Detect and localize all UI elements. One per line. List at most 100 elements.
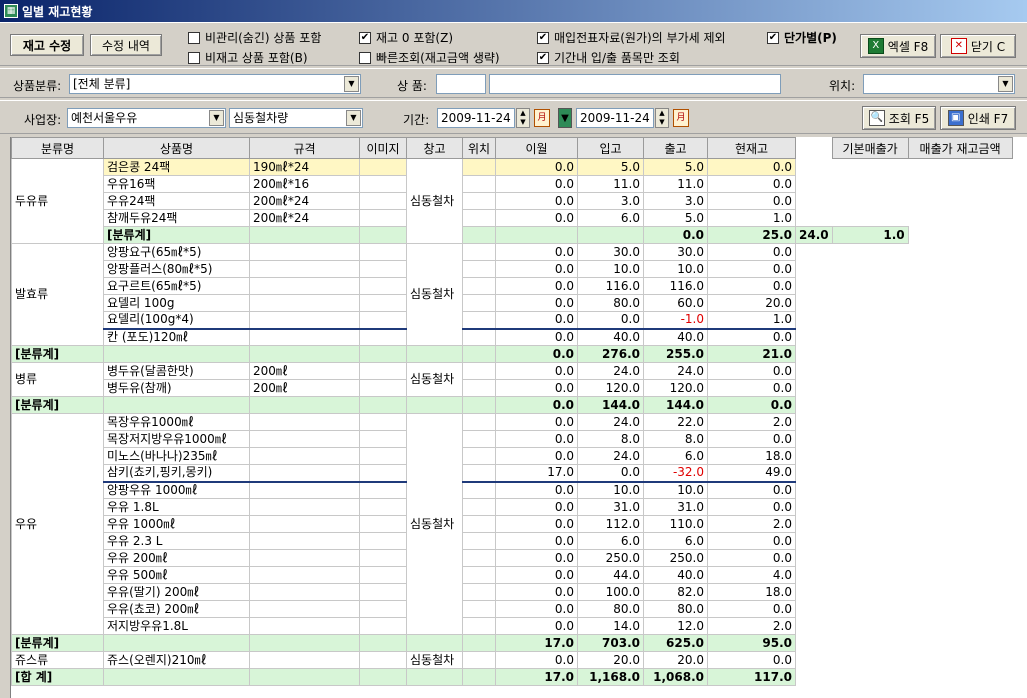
table-row[interactable]: 우유24팩 200㎖*24 0.0 3.0 3.0 0.0 <box>12 192 1013 210</box>
table-row[interactable]: 요델리(100g*4) 0.0 0.0 -1.0 1.0 <box>12 311 1013 329</box>
unmanaged-checkbox[interactable]: 비관리(숨긴) 상품 포함 <box>188 29 321 46</box>
unit-price-checkbox[interactable]: ✔ 단가별(P) <box>767 29 837 46</box>
table-row[interactable]: 앙팡플러스(80㎖*5) 0.0 10.0 10.0 0.0 <box>12 260 1013 278</box>
col-header[interactable]: 매출가 재고금액 <box>907 137 1013 159</box>
calendar-icon[interactable]: 月 <box>673 109 689 127</box>
product-code-input[interactable] <box>436 74 486 94</box>
site-select[interactable]: 예천서울우유 ▼ <box>67 108 226 128</box>
table-row[interactable]: 참깨두유24팩 200㎖*24 0.0 6.0 5.0 1.0 <box>12 209 1013 227</box>
stock-grid[interactable]: 분류명 상품명 규격 이미지 창고 위치 이월 입고 출고 현재고 기본매출가 … <box>10 137 1027 698</box>
table-row[interactable]: 요델리 100g 0.0 80.0 60.0 20.0 <box>12 294 1013 312</box>
close-label: 닫기 C <box>970 39 1006 54</box>
subtotal-row[interactable]: [분류계] 0.0 144.0 144.0 0.0 <box>11 396 1013 414</box>
in-cell: 40.0 <box>577 327 644 346</box>
query-button[interactable]: 🔍 조회 F5 <box>862 106 936 130</box>
in-cell: 1,168.0 <box>577 668 644 686</box>
col-header[interactable]: 위치 <box>462 137 496 159</box>
table-row[interactable]: 발효류 앙팡요구(65㎖*5) 심동철차 0.0 30.0 30.0 0.0 <box>11 243 1013 346</box>
product-label: 상 품: <box>397 79 427 93</box>
table-row[interactable]: 우유 200㎖ 0.0 250.0 250.0 0.0 <box>12 549 1013 567</box>
col-header[interactable]: 창고 <box>406 137 463 159</box>
col-header[interactable]: 출고 <box>643 137 708 159</box>
carry-cell: 0.0 <box>495 379 578 397</box>
subtotal-row[interactable]: [분류계] 0.0 25.0 24.0 1.0 <box>12 226 1013 244</box>
subtotal-row[interactable]: [분류계] 0.0 276.0 255.0 21.0 <box>11 345 1013 363</box>
stock-cell: 0.0 <box>707 327 796 346</box>
table-row-selected[interactable]: 두유류 검은콩 24팩 190㎖*24 심동철차 0.0 5.0 5.0 0.0 <box>11 158 1013 244</box>
calendar-icon[interactable]: 月 <box>534 109 550 127</box>
date-from-input[interactable]: 2009-11-24 <box>437 108 515 128</box>
col-header[interactable]: 현재고 <box>707 137 796 159</box>
chevron-down-icon[interactable]: ▼ <box>344 76 359 92</box>
vat-exclude-checkbox[interactable]: ✔ 매입전표자료(원가)의 부가세 제외 <box>537 29 726 46</box>
col-header[interactable]: 상품명 <box>103 137 250 159</box>
col-header[interactable]: 이미지 <box>359 137 407 159</box>
col-header[interactable]: 입고 <box>577 137 644 159</box>
table-row[interactable]: 저지방우유1.8L 0.0 14.0 12.0 2.0 <box>12 617 1013 635</box>
edit-history-button[interactable]: 수정 내역 <box>90 34 162 56</box>
carry-cell: 0.0 <box>495 192 578 210</box>
date-to-spinner[interactable]: ▲ ▼ <box>655 108 669 128</box>
chevron-down-icon[interactable]: ▼ <box>346 110 361 126</box>
zero-stock-checkbox[interactable]: ✔ 재고 0 포함(Z) <box>359 29 453 46</box>
table-row[interactable]: 우유(딸기) 200㎖ 0.0 100.0 82.0 18.0 <box>12 583 1013 601</box>
excel-button[interactable]: X 엑셀 F8 <box>860 34 936 58</box>
out-cell: 12.0 <box>643 617 708 635</box>
table-row[interactable]: 미노스(바나나)235㎖ 0.0 24.0 6.0 18.0 <box>12 447 1013 465</box>
table-row[interactable]: 병두유(참깨) 200㎖ 0.0 120.0 120.0 0.0 <box>12 379 1013 397</box>
stock-edit-button[interactable]: 재고 수정 <box>10 34 84 56</box>
print-button[interactable]: ▣ 인쇄 F7 <box>940 106 1016 130</box>
in-cell: 10.0 <box>577 480 644 499</box>
table-row[interactable]: 우유 500㎖ 0.0 44.0 40.0 4.0 <box>12 566 1013 584</box>
close-button[interactable]: ✕ 닫기 C <box>940 34 1016 58</box>
table-row[interactable]: 삼키(쵸키,핑키,몽키) 17.0 0.0 -32.0 49.0 <box>12 464 1013 482</box>
table-row[interactable]: 병류 병두유(달콤한맛) 200㎖ 심동철차 0.0 24.0 24.0 0.0 <box>11 362 1013 397</box>
image-cell <box>359 532 407 550</box>
table-row[interactable]: 우유 1000㎖ 0.0 112.0 110.0 2.0 <box>12 515 1013 533</box>
product-name-input[interactable] <box>489 74 781 94</box>
spec-cell <box>249 651 360 669</box>
date-from-spinner[interactable]: ▲ ▼ <box>516 108 530 128</box>
date-range-toggle-icon[interactable]: ▼ <box>558 108 572 128</box>
col-header[interactable]: 이월 <box>495 137 578 159</box>
subtotal-row[interactable]: [분류계] 17.0 703.0 625.0 95.0 <box>11 634 1013 652</box>
table-row[interactable]: 목장저지방우유1000㎖ 0.0 8.0 8.0 0.0 <box>12 430 1013 448</box>
product-name-cell: 우유(쵸코) 200㎖ <box>103 600 250 618</box>
chevron-down-icon[interactable]: ▼ <box>209 110 224 126</box>
location-cell <box>462 379 496 397</box>
chevron-down-icon[interactable]: ▼ <box>998 76 1013 92</box>
location-select[interactable]: ▼ <box>863 74 1015 94</box>
printer-icon: ▣ <box>947 110 964 126</box>
table-row[interactable]: 우유 2.3 L 0.0 6.0 6.0 0.0 <box>12 532 1013 550</box>
app-icon: ▦ <box>4 4 18 18</box>
subtotal-label: [분류계] <box>11 396 104 414</box>
carry-cell: 0.0 <box>495 396 578 414</box>
col-header[interactable]: 규격 <box>249 137 360 159</box>
period-only-checkbox[interactable]: ✔ 기간내 입/출 품목만 조회 <box>537 49 680 66</box>
table-row[interactable]: 우유 목장우유1000㎖ 심동철차 0.0 24.0 22.0 2.0 <box>11 413 1013 635</box>
table-row[interactable]: 우유 1.8L 0.0 31.0 31.0 0.0 <box>12 498 1013 516</box>
in-cell: 10.0 <box>577 260 644 278</box>
quick-query-label: 빠른조회(재고금액 생략) <box>376 51 500 65</box>
table-row[interactable]: 앙팡우유 1000㎖ 0.0 10.0 10.0 0.0 <box>12 480 1013 499</box>
col-header[interactable]: 기본매출가 <box>831 137 909 159</box>
carry-cell: 0.0 <box>495 277 578 295</box>
col-header[interactable]: 분류명 <box>11 137 104 159</box>
image-cell <box>359 480 407 499</box>
carry-cell: 17.0 <box>495 668 578 686</box>
in-cell: 276.0 <box>577 345 644 363</box>
date-to-input[interactable]: 2009-11-24 <box>576 108 654 128</box>
product-name-cell: 쥬스(오렌지)210㎖ <box>103 651 250 669</box>
table-row[interactable]: 쥬스류 쥬스(오렌지)210㎖ 심동철차 0.0 20.0 20.0 0.0 <box>11 651 1013 669</box>
table-row[interactable]: 칸 (포도)120㎖ 0.0 40.0 40.0 0.0 <box>12 327 1013 346</box>
category-select[interactable]: [전체 분류] ▼ <box>69 74 361 94</box>
nonstock-checkbox[interactable]: 비재고 상품 포함(B) <box>188 49 308 66</box>
quick-query-checkbox[interactable]: 빠른조회(재고금액 생략) <box>359 49 500 66</box>
total-row[interactable]: [합 계] 17.0 1,168.0 1,068.0 117.0 <box>11 668 1013 686</box>
carry-cell: 0.0 <box>495 175 578 193</box>
table-row[interactable]: 요구르트(65㎖*5) 0.0 116.0 116.0 0.0 <box>12 277 1013 295</box>
table-row[interactable]: 우유(쵸코) 200㎖ 0.0 80.0 80.0 0.0 <box>12 600 1013 618</box>
empty-cell <box>249 396 360 414</box>
table-row[interactable]: 우유16팩 200㎖*16 0.0 11.0 11.0 0.0 <box>12 175 1013 193</box>
warehouse-select[interactable]: 심동철차량 ▼ <box>229 108 363 128</box>
